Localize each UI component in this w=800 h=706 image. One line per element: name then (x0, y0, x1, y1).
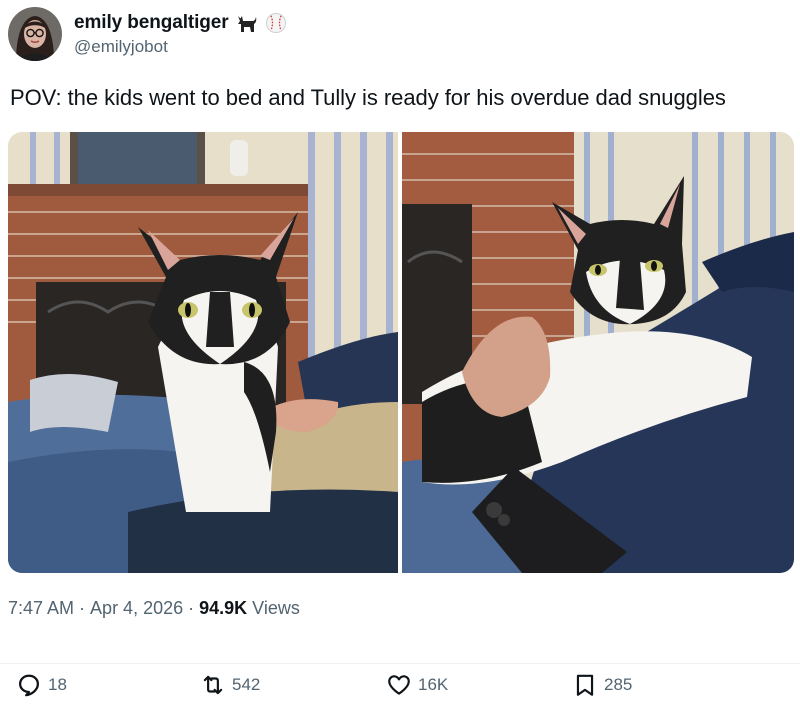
like-button[interactable]: 16K (386, 672, 448, 698)
reply-icon (18, 674, 40, 697)
repost-count: 542 (232, 675, 261, 694)
heart-icon (388, 675, 410, 695)
tweet-text: POV: the kids went to bed and Tully is r… (10, 85, 726, 110)
bookmark-icon (576, 674, 594, 696)
separator: · (79, 598, 86, 618)
tweet-header: emily bengaltiger @emilyjobot (8, 6, 287, 62)
avatar[interactable] (8, 7, 62, 61)
media-grid (8, 132, 794, 573)
baseball-emoji-icon (265, 12, 287, 34)
reply-count: 18 (48, 675, 67, 694)
photo-cat-on-lap-1[interactable] (8, 132, 398, 573)
timestamp-date[interactable]: Apr 4, 2026 (90, 598, 183, 619)
views-label: Views (252, 598, 300, 618)
display-name[interactable]: emily bengaltiger (74, 12, 229, 34)
repost-button[interactable]: 542 (200, 672, 260, 698)
bookmark-count: 285 (604, 675, 633, 694)
reply-button[interactable]: 18 (16, 672, 67, 698)
repost-icon (203, 675, 223, 695)
like-count: 16K (418, 675, 449, 694)
tweet-meta: 7:47 AM · Apr 4, 2026 · 94.9K Views (8, 598, 300, 619)
action-bar: 18 542 16K 285 (0, 663, 800, 703)
separator: · (188, 598, 195, 618)
photo-cat-on-lap-2[interactable] (402, 132, 794, 573)
bookmark-button[interactable]: 285 (572, 672, 632, 698)
timestamp-time[interactable]: 7:47 AM (8, 598, 74, 619)
views-count[interactable]: 94.9K (199, 598, 247, 619)
handle[interactable]: @emilyjobot (74, 37, 287, 57)
black-cat-emoji-icon (235, 12, 259, 34)
